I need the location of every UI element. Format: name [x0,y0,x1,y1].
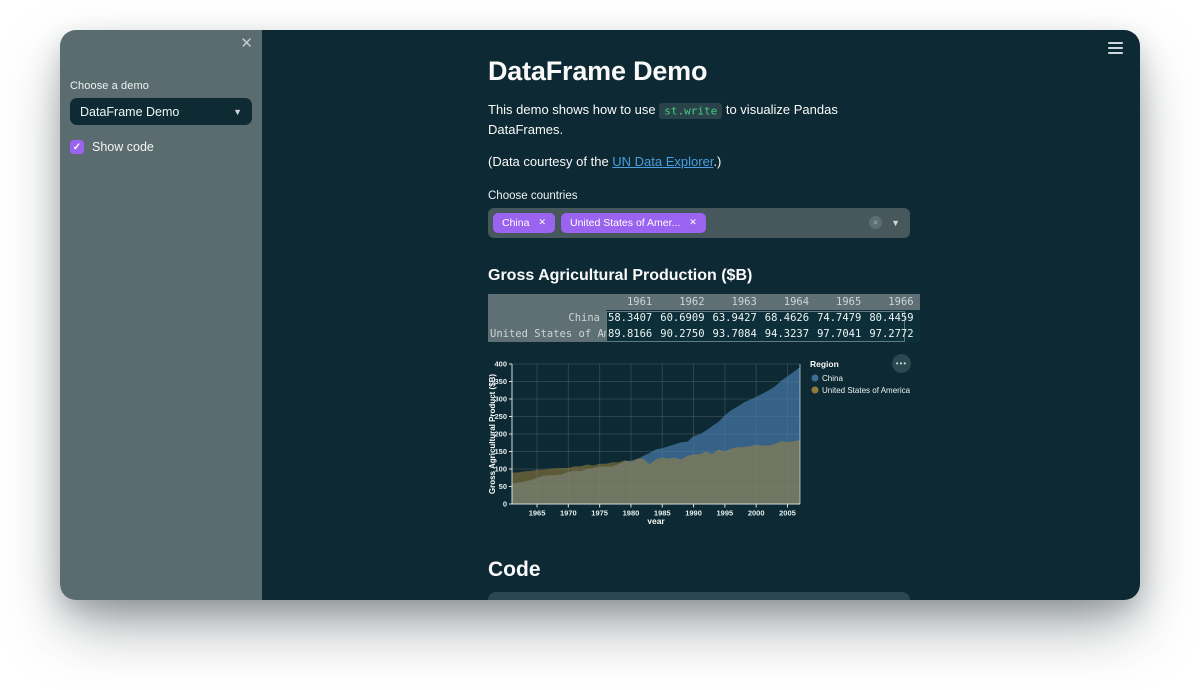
pill-remove-icon[interactable]: ✕ [689,217,697,228]
x-tick-label: 1980 [623,508,640,517]
table-column-header: 1965 [815,293,868,310]
multiselect-chevron-down-icon[interactable]: ▼ [891,218,900,228]
x-tick-label: 1995 [717,508,734,517]
countries-multiselect[interactable]: China ✕ United States of Amer... ✕ ✕ ▼ [488,207,910,238]
x-tick-label: 2000 [748,508,765,517]
demo-selectbox[interactable]: DataFrame Demo ▼ [70,98,252,125]
multiselect-values: China ✕ United States of Amer... ✕ [493,212,869,233]
menu-icon[interactable] [1105,39,1126,57]
x-tick-label: 1975 [591,508,608,517]
main-panel: DataFrame Demo This demo shows how to us… [262,30,1140,600]
pill-label: United States of Amer... [569,216,681,229]
table-cell: 63.9427 [710,309,763,326]
pill-label: China [502,216,530,229]
inline-code-st-write: st.write [659,102,723,119]
table-cell: 74.7479 [815,309,868,326]
sidebar-close-icon[interactable]: ✕ [240,36,253,51]
clear-all-icon[interactable]: ✕ [869,216,883,229]
legend-swatch [811,374,819,381]
table-column-header: 1961 [606,293,659,310]
x-tick-label: 1990 [685,508,702,517]
demo-select-label: Choose a demo [70,80,149,92]
chart-svg: 0501001502002503003504001965 1970 1975 1980… [488,359,911,526]
x-tick-label: 1965 [529,508,546,517]
x-axis-title: year [647,516,665,524]
intro-paragraph: This demo shows how to use st.write to v… [488,100,910,139]
table-cell: 68.4626 [762,309,816,326]
selected-country-pill[interactable]: United States of Amer... ✕ [560,212,706,233]
table-cell: 93.7084 [710,325,763,342]
x-tick-label: 2005 [779,508,796,517]
sidebar: ✕ Choose a demo DataFrame Demo ▼ ✓ Show … [60,30,262,600]
code-section-title: Code [488,557,541,581]
table-column-header: 1962 [658,293,711,310]
table-cell: 97.7041 [815,325,868,342]
area-chart: 0 50 100 150 200 250 300 350 400 1965 1970 1975 1980… [488,353,911,526]
table-cell: 89.8166 [606,325,659,342]
show-code-label: Show code [92,140,154,154]
credit-pre: (Data courtesy of the [488,154,613,169]
x-tick-label: 1970 [560,508,577,517]
y-tick-label: 50 [499,482,507,491]
table-cell: 80.4459 [867,309,920,326]
table-cell: 94.3237 [762,325,816,342]
table-title: Gross Agricultural Production ($B) [488,266,753,284]
table-column-header: 1963 [710,293,763,310]
selected-country-pill[interactable]: China ✕ [493,212,555,233]
code-block: import streamlit as stimport pandas as p… [488,591,910,600]
table-corner-cell [488,293,606,310]
choose-countries-label: Choose countries [488,189,578,202]
credit-paragraph: (Data courtesy of the UN Data Explorer.) [488,152,910,172]
checkbox-check-icon: ✓ [70,140,84,154]
page-title: DataFrame Demo [488,56,708,86]
content-column: DataFrame Demo This demo shows how to us… [488,30,920,600]
credit-post: .) [713,154,722,169]
dataframe-table: 1961 1962 1963 1964 1965 1966 China 58.3407 60.6… [488,293,920,342]
table-cell: 58.3407 [606,309,659,326]
table-column-header: 1966 [867,293,920,310]
pill-remove-icon[interactable]: ✕ [538,217,546,228]
table-cell: 60.6909 [658,309,711,326]
show-code-checkbox[interactable]: ✓ Show code [70,140,252,154]
table-column-header: 1964 [762,293,816,310]
y-axis-title: Gross Agricultural Product ($B) [488,373,497,494]
legend-swatch [811,386,819,393]
table-row-label: United States of Ameri… [488,325,606,342]
table-cell: 97.2772 [867,325,920,342]
legend-title: Region [810,359,839,369]
intro-pre: This demo shows how to use [488,102,660,117]
legend-label: United States of America [822,386,910,395]
app-window: ✕ Choose a demo DataFrame Demo ▼ ✓ Show … [60,30,1140,600]
table-row-label: China [488,309,606,326]
y-tick-label: 400 [494,359,507,368]
legend-label: China [822,374,843,383]
un-data-explorer-link[interactable]: UN Data Explorer [612,154,713,169]
chevron-down-icon: ▼ [233,106,242,117]
demo-selectbox-value: DataFrame Demo [80,104,180,119]
chart-actions-button[interactable]: ••• [892,353,911,373]
table-cell: 90.2750 [658,325,711,342]
y-tick-label: 0 [503,499,507,508]
